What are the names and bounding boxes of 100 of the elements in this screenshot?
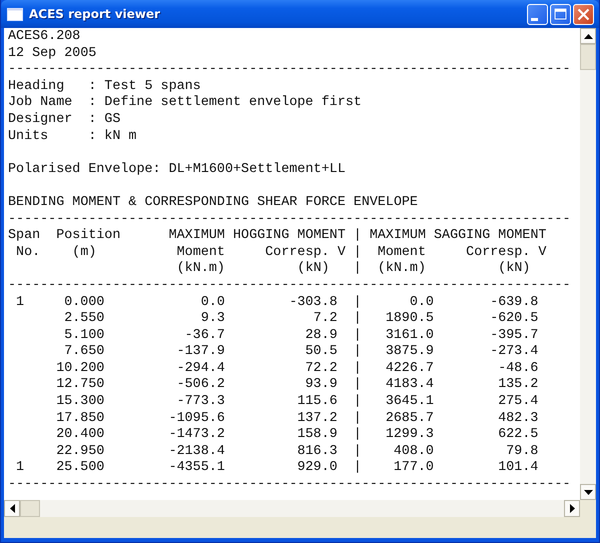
window-title: ACES report viewer — [29, 7, 160, 21]
column-header: (kN.m) (kN) | (kN.m) (kN) — [176, 261, 530, 278]
program-version: ACES6.208 — [8, 29, 80, 46]
table-cell: 622.5 — [498, 427, 538, 444]
field-label: Job Name — [8, 95, 72, 110]
table-cell: 2685.7 — [386, 410, 434, 428]
scroll-right-button[interactable] — [564, 500, 580, 517]
column-separator: | — [353, 294, 362, 311]
table-cell: 158.9 — [297, 427, 338, 444]
table-cell: 25.500 — [56, 460, 104, 478]
table-cell: 816.3 — [297, 444, 338, 460]
field-separator: : — [88, 112, 98, 129]
table-cell: -506.2 — [176, 377, 225, 394]
table-cell: 3161.0 — [386, 328, 434, 344]
column-separator: | — [353, 444, 362, 460]
column-separator: | — [353, 394, 362, 411]
table-cell: 482.3 — [498, 410, 538, 428]
divider-line: ---------------------------------------------------------------------- — [8, 212, 570, 228]
table-cell: 4226.7 — [386, 360, 434, 378]
table-cell: 275.4 — [498, 394, 538, 411]
table-cell: -273.4 — [490, 344, 538, 361]
divider-line: ---------------------------------------------------------------------- — [8, 62, 570, 79]
scroll-left-button[interactable] — [4, 500, 20, 517]
table-cell: -1473.2 — [168, 427, 225, 444]
scrollbar-thumb[interactable] — [20, 500, 40, 517]
minimize-icon — [531, 18, 538, 20]
table-cell: 93.9 — [305, 377, 338, 394]
table-cell: 1890.5 — [386, 311, 434, 328]
table-cell: -773.3 — [176, 394, 225, 411]
table-cell: 1 — [16, 460, 24, 478]
table-cell: -395.7 — [490, 328, 538, 344]
scroll-up-button[interactable] — [580, 28, 596, 44]
table-cell: 408.0 — [394, 444, 434, 460]
table-cell: 5.100 — [64, 328, 104, 344]
table-cell: 10.200 — [56, 360, 104, 378]
scroll-down-button[interactable] — [580, 484, 596, 500]
field-separator: : — [88, 78, 98, 96]
right-arrow-icon — [570, 504, 574, 513]
table-cell: 101.4 — [498, 460, 538, 478]
table-cell: 72.2 — [305, 360, 338, 378]
maximize-button[interactable] — [550, 4, 571, 24]
divider-line: ---------------------------------------------------------------------- — [8, 477, 570, 494]
table-cell: 7.650 — [64, 344, 104, 361]
report-date: 12 Sep 2005 — [8, 46, 96, 62]
table-cell: 2.550 — [64, 311, 104, 328]
table-cell: 929.0 — [297, 460, 338, 478]
table-cell: 22.950 — [56, 444, 104, 460]
table-cell: 17.850 — [56, 410, 104, 428]
table-cell: -137.9 — [176, 344, 225, 361]
table-title: BENDING MOMENT & CORRESPONDING SHEAR FORCE ENVELOPE — [8, 194, 418, 212]
table-cell: -303.8 — [289, 294, 338, 312]
table-cell: 3645.1 — [386, 394, 434, 411]
column-header: No. (m) Moment Corresp. V | Moment Corresp. V — [15, 244, 546, 261]
column-separator: | — [353, 344, 362, 361]
down-arrow-icon — [584, 490, 592, 494]
table-cell: 20.400 — [56, 427, 104, 444]
table-cell: 135.2 — [498, 377, 538, 394]
field-value: kN m — [104, 128, 137, 146]
column-separator: | — [353, 427, 362, 444]
field-label: Heading — [8, 78, 64, 94]
table-cell: 0.0 — [200, 294, 225, 312]
table-cell: -2138.4 — [168, 444, 225, 460]
table-cell: 12.750 — [56, 377, 104, 394]
window-icon — [7, 8, 23, 20]
table-cell: 4183.4 — [386, 377, 434, 394]
table-cell: 79.8 — [506, 444, 538, 460]
field-label: Units — [8, 128, 48, 144]
horizontal-scrollbar[interactable] — [4, 500, 580, 517]
field-separator: : — [88, 128, 98, 146]
table-cell: -48.6 — [498, 360, 538, 378]
scrollbar-thumb[interactable] — [580, 44, 596, 70]
column-separator: | — [353, 311, 362, 328]
column-separator: | — [353, 360, 362, 377]
field-value: Test 5 spans — [104, 78, 201, 95]
column-separator: | — [353, 460, 362, 478]
column-separator: | — [353, 410, 362, 427]
table-cell: -294.4 — [176, 360, 225, 378]
table-cell: 0.0 — [410, 294, 434, 312]
table-cell: 1 — [16, 294, 24, 312]
close-button[interactable] — [573, 4, 594, 24]
envelope-line: Polarised Envelope: DL+M1600+Settlement+LL — [8, 162, 346, 178]
table-cell: -36.7 — [184, 328, 225, 344]
field-label: Designer — [8, 112, 72, 127]
table-cell: 115.6 — [297, 394, 338, 411]
divider-line: ---------------------------------------------------------------------- — [8, 278, 570, 294]
table-cell: 50.5 — [305, 344, 338, 361]
left-arrow-icon — [10, 504, 14, 513]
table-cell: -620.5 — [490, 311, 538, 328]
column-separator: | — [353, 328, 362, 344]
table-cell: 137.2 — [297, 410, 338, 428]
field-value: GS — [104, 112, 120, 129]
minimize-button[interactable] — [527, 4, 548, 24]
table-cell: 3875.9 — [386, 344, 434, 361]
up-arrow-icon — [584, 34, 592, 38]
table-cell: 28.9 — [305, 328, 338, 344]
table-cell: -1095.6 — [168, 410, 225, 428]
table-cell: 7.2 — [313, 311, 338, 328]
column-header: Span Position MAXIMUM HOGGING MOMENT | MAXIMUM SAGGING MOMENT — [8, 228, 546, 245]
vertical-scrollbar[interactable] — [580, 28, 596, 500]
table-cell: 15.300 — [56, 394, 104, 411]
